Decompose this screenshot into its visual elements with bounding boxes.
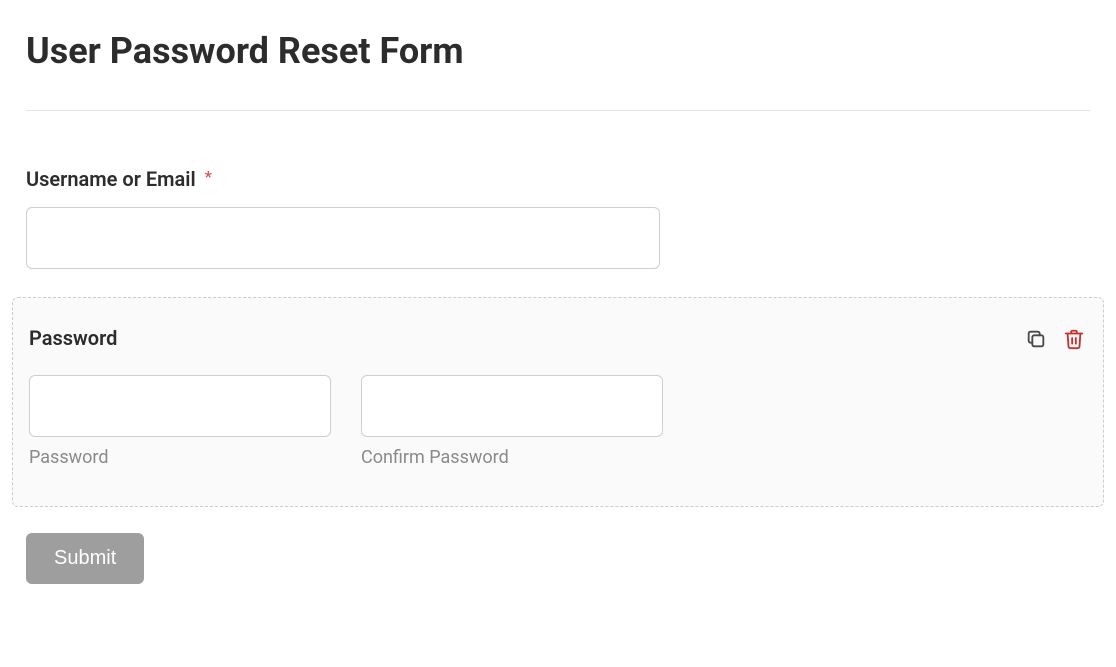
password-block-title: Password	[29, 326, 117, 350]
trash-icon	[1063, 328, 1085, 353]
password-sub-label: Password	[29, 447, 331, 468]
username-label: Username or Email *	[26, 167, 212, 191]
password-block: Password	[12, 297, 1104, 507]
username-label-text: Username or Email	[26, 167, 196, 191]
password-fields-row: Password Confirm Password	[29, 375, 1087, 468]
copy-icon	[1025, 328, 1047, 353]
submit-button[interactable]: Submit	[26, 533, 144, 584]
required-star-icon: *	[205, 167, 212, 186]
page-title: User Password Reset Form	[26, 30, 1090, 72]
block-actions	[1023, 326, 1087, 355]
duplicate-button[interactable]	[1023, 326, 1049, 355]
password-field: Password	[29, 375, 331, 468]
password-input[interactable]	[29, 375, 331, 437]
confirm-password-input[interactable]	[361, 375, 663, 437]
password-block-header: Password	[29, 326, 1087, 355]
username-field-section: Username or Email *	[26, 167, 1090, 269]
title-divider	[26, 110, 1090, 111]
confirm-password-field: Confirm Password	[361, 375, 663, 468]
delete-button[interactable]	[1061, 326, 1087, 355]
confirm-password-sub-label: Confirm Password	[361, 447, 663, 468]
username-input[interactable]	[26, 207, 660, 269]
